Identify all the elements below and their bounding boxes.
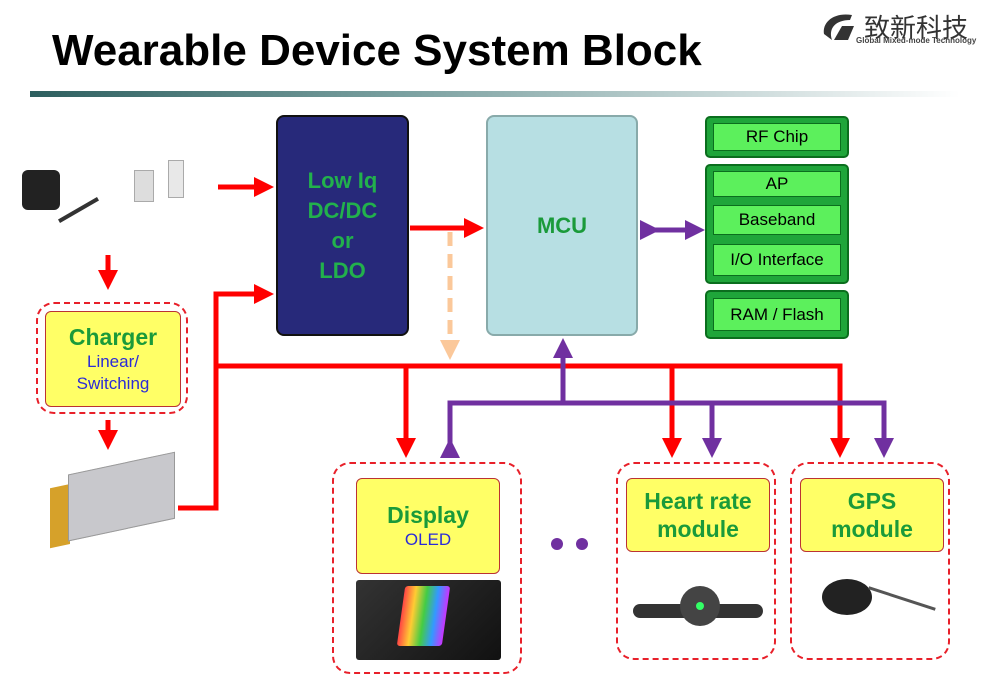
gps-antenna-image	[802, 569, 942, 639]
charger-title: Charger	[68, 324, 158, 350]
heart-rate-title: Heart rate	[644, 488, 752, 514]
gps-title: GPS	[847, 488, 897, 514]
gps-title: module	[831, 516, 913, 542]
ac-adapter-image	[18, 168, 99, 240]
data-bus	[440, 400, 894, 458]
display-container: Display OLED	[332, 462, 522, 674]
ldo-label: or	[331, 227, 354, 253]
ldo-label: LDO	[319, 257, 366, 283]
rf-chip-block: RF Chip	[713, 123, 841, 151]
io-interface-block: I/O Interface	[713, 244, 841, 276]
gps-block: GPS module	[800, 478, 944, 552]
oled-display-image	[356, 580, 501, 660]
display-block: Display OLED	[356, 478, 500, 574]
ldo-label: Low Iq	[307, 167, 378, 193]
battery-to-ldo-arrow	[178, 284, 274, 511]
display-subtitle: OLED	[404, 530, 452, 549]
heart-rate-title: module	[657, 516, 739, 542]
memory-group: RAM / Flash	[705, 290, 849, 339]
ldo-label: DC/DC	[307, 197, 378, 223]
mcu-block: MCU	[486, 115, 638, 336]
mcu-label: MCU	[536, 212, 588, 238]
gps-container: GPS module	[790, 462, 950, 660]
usb-cable-image	[130, 160, 190, 240]
rf-chip-group: RF Chip	[705, 116, 849, 158]
ram-flash-block: RAM / Flash	[713, 298, 841, 331]
heart-rate-block: Heart rate module	[626, 478, 770, 552]
ellipsis-dot	[576, 538, 588, 550]
power-rail	[218, 363, 850, 458]
baseband-block: Baseband	[713, 205, 841, 235]
ldo-dcdc-block: Low Iq DC/DC or LDO	[276, 115, 409, 336]
display-title: Display	[387, 502, 469, 528]
charger-container: Charger Linear/ Switching	[36, 302, 188, 414]
heart-rate-container: Heart rate module	[616, 462, 776, 660]
charger-block: Charger Linear/ Switching	[45, 311, 181, 407]
charger-subtitle: Switching	[76, 374, 150, 393]
ap-block: AP	[713, 171, 841, 197]
processor-group: AP Baseband I/O Interface	[705, 164, 849, 284]
heart-rate-strap-image	[628, 574, 768, 644]
ellipsis-dot	[551, 538, 563, 550]
charger-subtitle: Linear/	[87, 352, 139, 371]
